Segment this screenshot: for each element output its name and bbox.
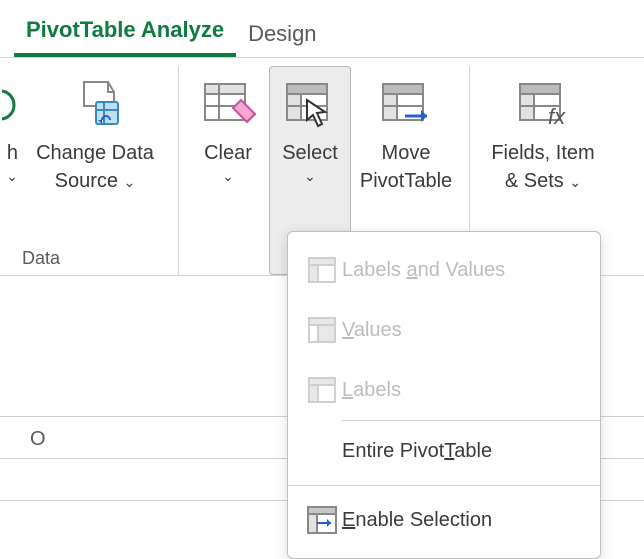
- menu-item-entire-pivottable[interactable]: Entire PivotTable: [288, 421, 600, 481]
- clear-label: Clear: [204, 140, 252, 166]
- refresh-label: h: [7, 140, 18, 166]
- fields-items-label-1: Fields, Item: [491, 140, 594, 166]
- menu-item-values: Values: [288, 300, 600, 360]
- chevron-down-icon: ⌄: [6, 168, 18, 185]
- tab-design[interactable]: Design: [236, 9, 328, 57]
- menu-item-label: Enable Selection: [342, 509, 586, 532]
- fields-items-sets-icon: fx: [510, 72, 576, 138]
- change-data-source-label-2: Source ⌄: [55, 168, 136, 195]
- move-label-1: Move: [382, 140, 431, 166]
- fields-items-label-2: & Sets ⌄: [505, 168, 581, 195]
- menu-item-labels: Labels: [288, 360, 600, 420]
- menu-item-enable-selection[interactable]: Enable Selection: [288, 490, 600, 550]
- clear-button[interactable]: Clear ⌄: [187, 66, 269, 275]
- chevron-down-icon: ⌄: [304, 168, 316, 185]
- move-pivottable-icon: [373, 72, 439, 138]
- menu-item-label: Labels: [342, 379, 586, 402]
- clear-icon: [195, 72, 261, 138]
- group-label-data: Data: [22, 248, 60, 269]
- svg-text:fx: fx: [548, 104, 566, 129]
- move-label-2: PivotTable: [360, 168, 452, 194]
- refresh-button[interactable]: h ⌄: [0, 66, 20, 199]
- values-icon: [302, 317, 342, 343]
- change-data-source-icon: [62, 72, 128, 138]
- group-data: h ⌄ Change Data Source ⌄: [0, 66, 179, 275]
- column-header-o[interactable]: O: [30, 428, 46, 451]
- select-label: Select: [282, 140, 338, 166]
- menu-item-label: Labels and Values: [342, 259, 586, 282]
- enable-selection-icon: [302, 506, 342, 534]
- change-data-source-label-1: Change Data: [36, 140, 154, 166]
- labels-icon: [302, 377, 342, 403]
- menu-separator: [288, 485, 600, 486]
- select-dropdown-menu: Labels and Values Values Labels Entire P…: [287, 231, 601, 559]
- menu-item-label: Values: [342, 319, 586, 342]
- menu-item-label: Entire PivotTable: [342, 440, 586, 463]
- tab-pivottable-analyze[interactable]: PivotTable Analyze: [14, 5, 236, 57]
- labels-and-values-icon: [302, 257, 342, 283]
- refresh-icon: [0, 72, 18, 138]
- menu-item-labels-and-values: Labels and Values: [288, 240, 600, 300]
- ribbon-tabs: PivotTable Analyze Design: [0, 0, 644, 58]
- chevron-down-icon: ⌄: [124, 174, 136, 190]
- select-icon: [277, 72, 343, 138]
- chevron-down-icon: ⌄: [569, 174, 581, 190]
- change-data-source-button[interactable]: Change Data Source ⌄: [20, 66, 170, 199]
- chevron-down-icon: ⌄: [222, 168, 234, 185]
